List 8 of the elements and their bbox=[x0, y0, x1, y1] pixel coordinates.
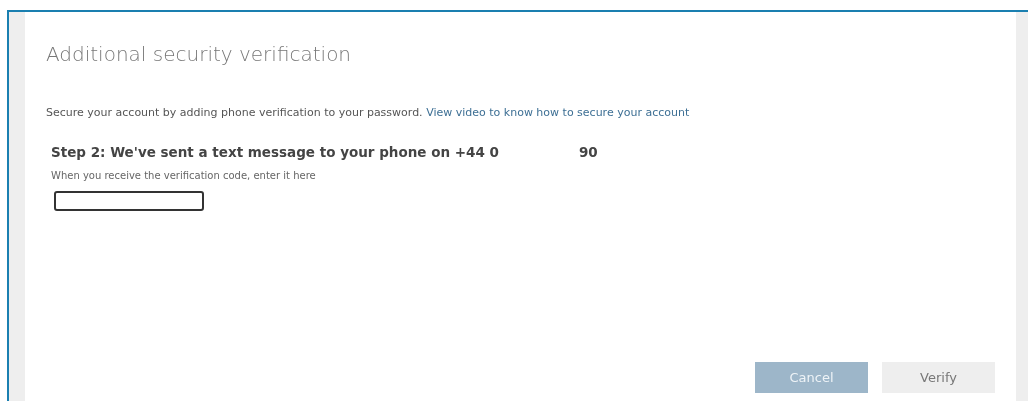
intro-text: Secure your account by adding phone verification to your password. View video to know how to secure your account bbox=[46, 106, 691, 119]
dialog-title: Additional security verification bbox=[46, 42, 353, 66]
phone-number-tail: 90 bbox=[578, 144, 598, 160]
video-link[interactable]: View video to know how to secure your account bbox=[426, 106, 690, 119]
code-hint: When you receive the verification code, enter it here bbox=[50, 170, 317, 181]
code-input-field[interactable] bbox=[54, 191, 204, 211]
step-heading: Step 2: We've sent a text message to your phone on +44 0 bbox=[51, 144, 499, 160]
verify-button[interactable]: Verify bbox=[882, 362, 995, 393]
